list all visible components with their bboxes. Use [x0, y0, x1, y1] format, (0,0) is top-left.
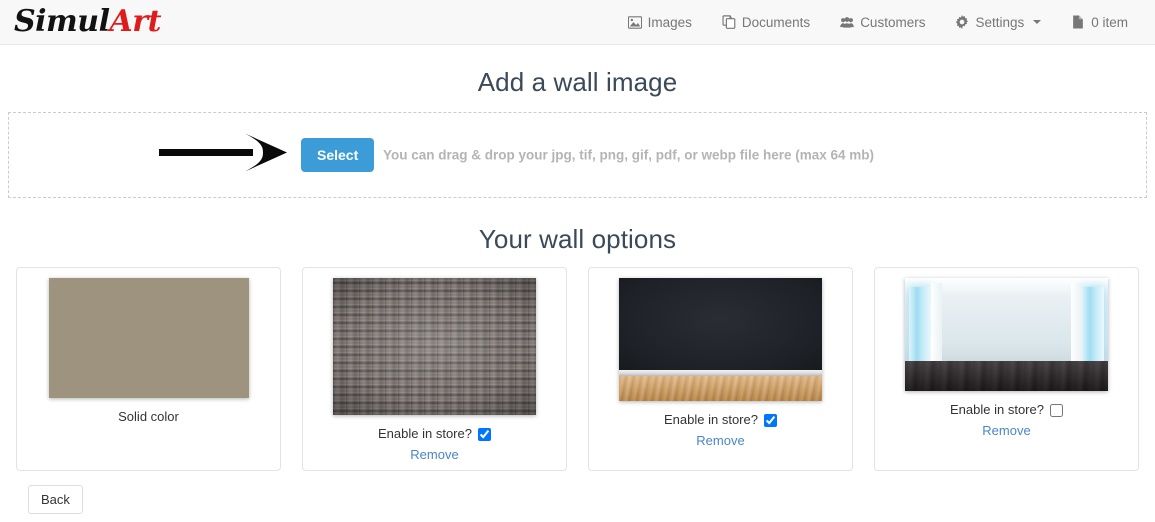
nav-item-customers-label: Customers: [860, 14, 926, 30]
dark-wall: [619, 278, 822, 371]
brand-logo[interactable]: SimulArt: [14, 7, 161, 37]
enable-in-store-checkbox[interactable]: [477, 427, 491, 441]
wall-option-card[interactable]: Enable in store? Remove: [588, 267, 853, 471]
wall-thumbnail-solid[interactable]: [48, 278, 249, 398]
nav-item-documents[interactable]: Documents: [707, 0, 825, 45]
wood-floor: [619, 376, 822, 401]
nav-item-images-label: Images: [647, 14, 692, 30]
dark-wall-scene: [619, 278, 822, 401]
arrow-annotation-icon: [159, 130, 289, 181]
wall-thumbnail-stone[interactable]: [333, 278, 536, 415]
nav-item-images[interactable]: Images: [613, 0, 707, 45]
wall-option-card[interactable]: Enable in store? Remove: [874, 267, 1139, 471]
nav-item-customers[interactable]: Customers: [825, 0, 940, 45]
image-icon: [627, 15, 642, 29]
nav-links: Images Documents Customers Settings 0 it…: [613, 0, 1143, 45]
wall-thumbnail-bright-room[interactable]: [905, 278, 1108, 391]
page-footer: Back: [8, 471, 1147, 514]
enable-in-store-row: Enable in store?: [950, 401, 1063, 420]
enable-in-store-row: Enable in store?: [664, 411, 777, 430]
nav-item-documents-label: Documents: [741, 14, 811, 30]
remove-link[interactable]: Remove: [664, 432, 777, 451]
file-dropzone[interactable]: Select You can drag & drop your jpg, tif…: [8, 112, 1147, 198]
window-right: [1081, 287, 1104, 362]
wall-option-caption: Solid color: [118, 408, 179, 427]
thumb-wrap: [29, 278, 268, 398]
wall-option-caption: Enable in store? Remove: [664, 411, 777, 451]
enable-in-store-checkbox[interactable]: [1049, 403, 1063, 417]
stone-wall-texture: [333, 278, 536, 415]
wall-option-card[interactable]: Solid color: [16, 267, 281, 471]
remove-link[interactable]: Remove: [378, 446, 491, 465]
select-file-button[interactable]: Select: [301, 138, 375, 172]
wall-option-card[interactable]: Enable in store? Remove: [302, 267, 567, 471]
thumb-wrap: [601, 278, 840, 401]
solid-color-swatch: [48, 278, 249, 398]
top-navbar: SimulArt Images Documents Customers Sett…: [0, 0, 1155, 45]
thumb-wrap: [887, 278, 1126, 391]
wall-thumbnail-dark-room[interactable]: [619, 278, 822, 401]
wall-jamb-right: [1071, 282, 1082, 367]
dark-wood-floor: [905, 360, 1108, 391]
wall-jamb-left: [931, 282, 942, 367]
enable-in-store-checkbox[interactable]: [763, 413, 777, 427]
enable-in-store-label: Enable in store?: [664, 412, 758, 427]
file-icon: [1071, 15, 1085, 29]
brand-logo-second: Art: [109, 4, 162, 39]
enable-in-store-label: Enable in store?: [378, 426, 472, 441]
window-left: [909, 287, 932, 362]
wall-option-caption: Enable in store? Remove: [378, 425, 491, 465]
page-title: Add a wall image: [477, 67, 678, 97]
customers-icon: [840, 15, 855, 29]
page-container: Add a wall image Select You can drag & d…: [0, 67, 1155, 514]
gear-icon: [955, 15, 969, 29]
documents-icon: [722, 15, 736, 29]
enable-in-store-label: Enable in store?: [950, 402, 1044, 417]
wall-option-caption: Enable in store? Remove: [950, 401, 1063, 441]
remove-link[interactable]: Remove: [950, 422, 1063, 441]
thumb-wrap: [315, 278, 554, 415]
nav-item-settings-label: Settings: [975, 14, 1025, 30]
bright-room-scene: [905, 278, 1108, 391]
enable-in-store-row: Enable in store?: [378, 425, 491, 444]
brand-logo-first: Simul: [14, 4, 110, 39]
dropzone-hint: You can drag & drop your jpg, tif, png, …: [383, 147, 875, 163]
nav-item-cart[interactable]: 0 item: [1056, 0, 1143, 45]
nav-item-cart-label: 0 item: [1091, 14, 1128, 30]
wall-options-list: Solid color Enable in store? Remove Enab…: [8, 267, 1147, 471]
wall-option-label: Solid color: [118, 409, 179, 424]
chevron-down-icon: [1033, 20, 1042, 24]
back-button[interactable]: Back: [28, 485, 83, 514]
options-title: Your wall options: [478, 224, 677, 254]
nav-item-settings[interactable]: Settings: [940, 0, 1056, 45]
